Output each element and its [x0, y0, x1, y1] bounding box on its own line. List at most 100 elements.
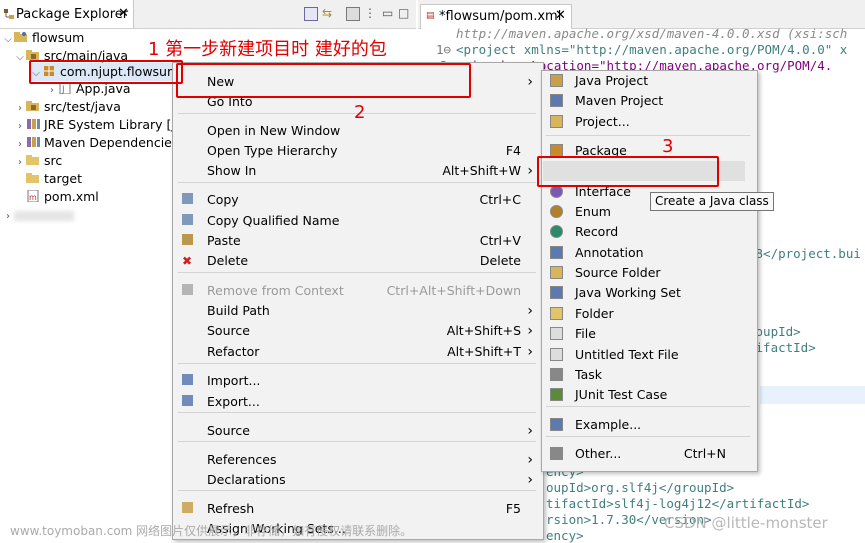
menu-item-label: Copy [207, 192, 239, 207]
tree-item-blurred[interactable]: › [2, 206, 74, 224]
source-folder-icon [26, 48, 40, 60]
source-folder-icon [550, 266, 563, 279]
menu-item-label: Maven Project [575, 93, 664, 108]
folder-icon [26, 153, 40, 165]
context-menu-item[interactable]: Build Path › [173, 301, 541, 321]
menu-item-label: Declarations [207, 472, 286, 487]
remove-from-context-icon [182, 284, 193, 295]
project-icon [14, 30, 28, 42]
menu-item-label: Open in New Window [207, 123, 341, 138]
menu-item-label: References [207, 452, 277, 467]
editor-line-number-1: 1⊖ [436, 42, 452, 57]
tree-item-target[interactable]: target [26, 170, 82, 188]
context-menu-item[interactable]: Refresh F5 [173, 499, 541, 519]
context-menu-item[interactable]: Declarations › [173, 470, 541, 490]
close-icon[interactable]: ✕ [118, 6, 129, 21]
tree-item-src[interactable]: › src [14, 152, 62, 170]
annotation-step1: 1 第一步新建项目时 建好的包 [148, 39, 387, 60]
chevron-down-icon[interactable]: ⌵ [2, 31, 14, 49]
tree-item-label: Maven Dependencies [44, 135, 179, 150]
new-submenu-item[interactable]: Project... [542, 112, 752, 132]
tree-item-project[interactable]: ⌵ flowsum [2, 29, 84, 47]
maximize-icon[interactable]: □ [398, 6, 409, 20]
minimize-icon[interactable]: ▭ [382, 6, 393, 20]
editor-fragment: tifactId> [748, 340, 816, 355]
new-submenu-item[interactable]: Folder [542, 304, 752, 324]
copy-qualified-name-icon [182, 214, 193, 225]
tree-item-jre-library[interactable]: › JRE System Library [Ja [14, 116, 183, 134]
submenu-arrow-icon: › [527, 74, 533, 90]
highlight-box-package [29, 60, 183, 84]
menu-item-label: Untitled Text File [575, 347, 679, 362]
context-menu-item[interactable]: Copy Ctrl+C [173, 190, 541, 210]
editor-fragment: tifactId>slf4j-log4j12</artifactId> [546, 496, 810, 511]
tree-item-label: target [44, 171, 83, 186]
new-submenu-item[interactable]: Maven Project [542, 91, 752, 111]
menu-item-label: Source [207, 323, 250, 338]
context-menu-item[interactable]: Export... [173, 392, 541, 412]
chevron-right-icon[interactable]: › [2, 208, 14, 226]
context-menu-item[interactable]: Open in New Window [173, 121, 541, 141]
filter-icon[interactable]: ⋮ [364, 6, 376, 20]
menu-item-label: Remove from Context [207, 283, 344, 298]
focus-icon[interactable] [346, 7, 360, 21]
context-menu-item[interactable]: Source Alt+Shift+S › [173, 321, 541, 341]
tree-item-src-test-java[interactable]: › src/test/java [14, 98, 121, 116]
folder-icon [550, 307, 563, 320]
editor-tab-label: *flowsum/pom.xml [439, 9, 562, 24]
menu-item-label: Refresh [207, 501, 255, 516]
new-submenu-item[interactable]: Task [542, 365, 752, 385]
editor-fragment: ency> [546, 528, 584, 543]
highlight-box-new [176, 63, 471, 98]
submenu-arrow-icon: › [527, 423, 533, 439]
menu-item-label: Import... [207, 373, 261, 388]
context-menu-item[interactable]: References › [173, 450, 541, 470]
new-submenu-item[interactable]: Record [542, 222, 752, 242]
package-explorer-tab-label: Package Explorer [16, 7, 129, 22]
tree-item-maven-dependencies[interactable]: › Maven Dependencies [14, 134, 178, 152]
export-icon [182, 395, 193, 406]
tree-item-pom-xml[interactable]: m pom.xml [26, 188, 99, 206]
menu-item-label: Folder [575, 306, 614, 321]
context-menu-item[interactable]: Import... [173, 371, 541, 391]
new-submenu-item[interactable]: Source Folder [542, 263, 752, 283]
java-project-icon [550, 74, 563, 87]
chevron-down-icon[interactable]: ⌵ [14, 49, 26, 67]
context-menu-item[interactable]: Paste Ctrl+V [173, 231, 541, 251]
menu-separator [546, 436, 750, 437]
library-icon [26, 117, 40, 129]
new-submenu-item[interactable]: Example... [542, 415, 752, 435]
new-submenu-item[interactable]: Other... Ctrl+N [542, 444, 752, 464]
context-menu-item[interactable]: Remove from Context Ctrl+Alt+Shift+Down [173, 281, 541, 301]
close-icon[interactable]: ✕ [555, 8, 566, 23]
task-icon [550, 368, 563, 381]
collapse-all-icon[interactable] [304, 7, 318, 21]
menu-item-label: Source [207, 423, 250, 438]
link-editor-icon[interactable]: ⇆ [322, 6, 332, 20]
new-submenu-item[interactable]: Java Project [542, 71, 752, 91]
tree-item-label: src [44, 153, 63, 168]
folder-icon [26, 171, 40, 183]
context-menu-item[interactable]: Refactor Alt+Shift+T › [173, 342, 541, 362]
svg-text:m: m [29, 193, 37, 202]
package-explorer-tab[interactable]: Package Explorer ✕ [0, 0, 134, 28]
context-menu-item[interactable]: Copy Qualified Name [173, 211, 541, 231]
context-menu-item[interactable]: ✖ Delete Delete [173, 251, 541, 271]
annotation-icon [550, 246, 563, 259]
context-menu-item[interactable]: Show In Alt+Shift+W › [173, 161, 541, 181]
menu-item-label: Paste [207, 233, 241, 248]
new-submenu-item[interactable]: Java Working Set [542, 283, 752, 303]
menu-item-label: Show In [207, 163, 257, 178]
new-submenu-item[interactable]: JUnit Test Case [542, 385, 752, 405]
tree-item-label: src/test/java [44, 99, 121, 114]
new-submenu-item[interactable]: File [542, 324, 752, 344]
highlight-box-class [537, 156, 719, 187]
context-menu-item[interactable]: Open Type Hierarchy F4 [173, 141, 541, 161]
new-submenu-item[interactable]: Annotation [542, 243, 752, 263]
delete-icon: ✖ [182, 254, 193, 268]
context-menu-item[interactable]: Source › [173, 421, 541, 441]
chevron-right-icon[interactable]: › [14, 154, 26, 172]
new-submenu-item[interactable]: Untitled Text File [542, 345, 752, 365]
example-icon [550, 418, 563, 431]
menu-separator [546, 135, 750, 136]
